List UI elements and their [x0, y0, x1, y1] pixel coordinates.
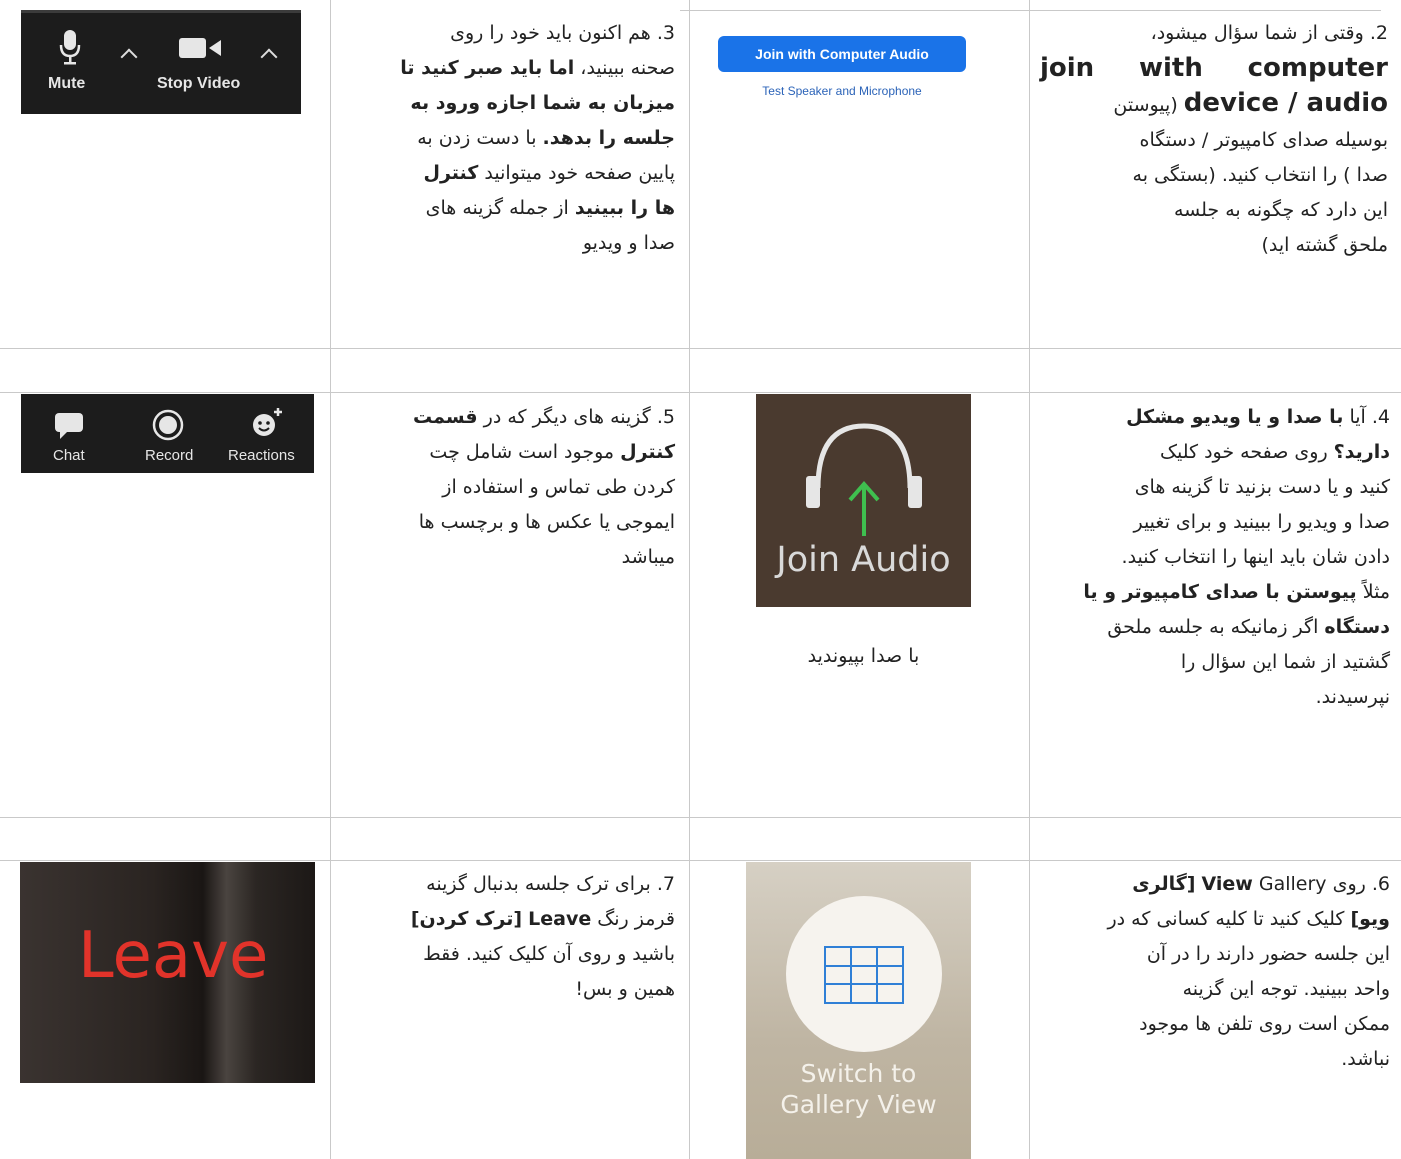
step-6-text: 6. روی View Gallery [گالری ویو] کلیک کنی…: [1107, 873, 1391, 1070]
leave-label: Leave: [78, 919, 269, 993]
join-audio-button[interactable]: Join Audio: [756, 394, 971, 607]
switch-to-gallery-view-button[interactable]: Switch to Gallery View: [746, 862, 971, 1159]
row-divider: [0, 817, 1401, 818]
test-speaker-link[interactable]: Test Speaker and Microphone: [718, 84, 966, 98]
row-divider: [0, 348, 1401, 349]
step-2-text: 2. وقتی از شما سؤال میشود، join with com…: [1040, 22, 1388, 256]
chevron-up-icon[interactable]: [120, 48, 138, 66]
record-label[interactable]: Record: [145, 447, 193, 464]
microphone-icon[interactable]: [59, 29, 81, 65]
headphones-icon: [806, 423, 922, 536]
column-divider: [330, 0, 331, 1159]
zoom-toolbar-secondary: Chat Record Reactions: [21, 394, 314, 473]
video-camera-icon[interactable]: [179, 36, 223, 60]
reactions-icon[interactable]: [251, 406, 283, 438]
grid-icon: [824, 946, 904, 1004]
join-audio-caption: با صدا بپیوندید: [807, 645, 920, 667]
step-7-text: 7. برای ترک جلسه بدنبال گزینه قرمز رنگ L…: [410, 873, 675, 1000]
leave-button[interactable]: Leave: [20, 862, 315, 1083]
record-icon[interactable]: [152, 409, 184, 441]
chat-label[interactable]: Chat: [53, 447, 85, 464]
step-5-text: 5. گزینه های دیگر که در قسمت کنترل موجود…: [412, 406, 675, 568]
top-border: [680, 10, 1381, 11]
row-divider: [0, 392, 1401, 393]
column-divider: [1029, 0, 1030, 1159]
column-divider: [689, 0, 690, 1159]
step-3-text: 3. هم اکنون باید خود را روی صحنه ببینید،…: [400, 22, 675, 254]
row-divider: [0, 860, 1401, 861]
mute-label[interactable]: Mute: [48, 75, 85, 93]
gallery-view-label: Switch to Gallery View: [780, 1059, 937, 1119]
stop-video-label[interactable]: Stop Video: [157, 75, 240, 93]
join-computer-audio-button[interactable]: Join with Computer Audio: [718, 36, 966, 72]
join-audio-label: Join Audio: [776, 540, 951, 580]
step-4-text: 4. آیا با صدا و یا ویدیو مشکل دارید؟ روی…: [1083, 406, 1390, 708]
chat-icon[interactable]: [54, 412, 84, 440]
gallery-button-circle: [786, 896, 942, 1052]
zoom-toolbar: Mute Stop Video: [21, 10, 301, 114]
chevron-up-icon[interactable]: [260, 48, 278, 66]
reactions-label[interactable]: Reactions: [228, 447, 295, 464]
